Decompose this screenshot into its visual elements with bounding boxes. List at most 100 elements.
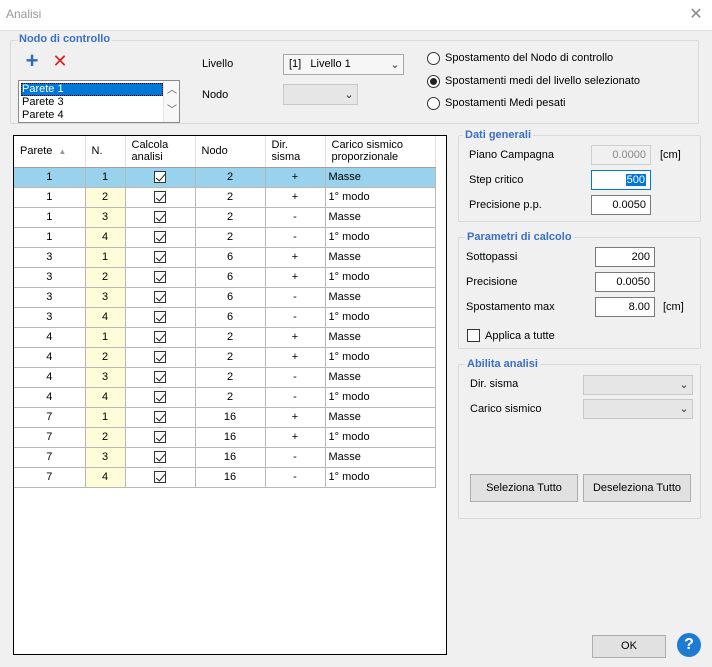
piano-campagna-field[interactable]: 0.0000: [591, 145, 651, 165]
calcola-checkbox[interactable]: [154, 371, 166, 384]
cell-n[interactable]: 1: [85, 167, 126, 188]
cell-calcola[interactable]: [125, 467, 196, 488]
cell-nodo[interactable]: 2: [195, 227, 266, 248]
cell-dir[interactable]: +: [265, 187, 326, 208]
applica-tutte-label[interactable]: Applica a tutte: [485, 330, 555, 342]
cell-carico[interactable]: Masse: [325, 167, 436, 188]
cell-nodo[interactable]: 6: [195, 287, 266, 308]
nodo-select[interactable]: ⌄: [283, 84, 358, 105]
calcola-checkbox[interactable]: [154, 391, 166, 404]
cell-n[interactable]: 2: [85, 427, 126, 448]
calcola-checkbox[interactable]: [154, 451, 166, 464]
cell-dir[interactable]: +: [265, 427, 326, 448]
cell-parete[interactable]: 7: [14, 427, 86, 448]
cell-dir[interactable]: -: [265, 307, 326, 328]
cell-calcola[interactable]: [125, 187, 196, 208]
radio-medi-pesati[interactable]: [427, 97, 440, 110]
cell-dir[interactable]: -: [265, 447, 326, 468]
cell-carico[interactable]: 1° modo: [325, 267, 436, 288]
table-row[interactable]: 3 2 6 +1° modo: [14, 267, 436, 288]
help-icon[interactable]: ?: [677, 633, 701, 657]
cell-carico[interactable]: 1° modo: [325, 187, 436, 208]
cell-carico[interactable]: 1° modo: [325, 387, 436, 408]
applica-tutte-checkbox[interactable]: [467, 329, 480, 342]
cell-carico[interactable]: Masse: [325, 447, 436, 468]
radio-nodo-controllo[interactable]: [427, 52, 440, 65]
cell-parete[interactable]: 1: [14, 227, 86, 248]
cell-calcola[interactable]: [125, 407, 196, 428]
table-row[interactable]: 1 3 2- Masse: [14, 207, 436, 228]
cell-calcola[interactable]: [125, 207, 196, 228]
cell-parete[interactable]: 1: [14, 207, 86, 228]
cell-calcola[interactable]: [125, 367, 196, 388]
cell-parete[interactable]: 4: [14, 367, 86, 388]
cell-n[interactable]: 4: [85, 387, 126, 408]
cell-nodo[interactable]: 2: [195, 187, 266, 208]
precisione-field[interactable]: 0.0050: [595, 272, 655, 292]
column-header-parete[interactable]: Parete ▲: [14, 136, 86, 168]
cell-n[interactable]: 2: [85, 187, 126, 208]
cell-dir[interactable]: -: [265, 227, 326, 248]
calcola-checkbox[interactable]: [154, 231, 166, 244]
cell-nodo[interactable]: 2: [195, 207, 266, 228]
step-critico-field[interactable]: 500: [591, 170, 651, 190]
table-row[interactable]: 4 2 2 +1° modo: [14, 347, 436, 368]
table-row[interactable]: 1 2 2 +1° modo: [14, 187, 436, 208]
cell-calcola[interactable]: [125, 447, 196, 468]
cell-carico[interactable]: Masse: [325, 207, 436, 228]
calcola-checkbox[interactable]: [154, 331, 166, 344]
table-row[interactable]: 1 4 2-1° modo: [14, 227, 436, 248]
cell-nodo[interactable]: 2: [195, 387, 266, 408]
add-icon[interactable]: +: [23, 50, 41, 72]
cell-nodo[interactable]: 2: [195, 327, 266, 348]
column-header-dir-sisma[interactable]: Dir. sisma: [265, 136, 326, 168]
table-row[interactable]: 7 3 16- Masse: [14, 447, 436, 468]
cell-dir[interactable]: -: [265, 387, 326, 408]
wall-list-item[interactable]: Parete 1: [21, 83, 163, 96]
cell-calcola[interactable]: [125, 307, 196, 328]
close-button[interactable]: ✕: [684, 4, 708, 26]
cell-n[interactable]: 2: [85, 267, 126, 288]
table-row[interactable]: 3 3 6- Masse: [14, 287, 436, 308]
scroll-down-icon[interactable]: ﹀: [165, 102, 179, 120]
deseleziona-tutto-button[interactable]: Deseleziona Tutto: [583, 474, 691, 502]
cell-calcola[interactable]: [125, 247, 196, 268]
cell-dir[interactable]: +: [265, 327, 326, 348]
cell-dir[interactable]: +: [265, 167, 326, 188]
cell-parete[interactable]: 4: [14, 347, 86, 368]
column-header-carico[interactable]: Carico sismico proporzionale: [325, 136, 436, 168]
ok-button[interactable]: OK: [592, 635, 666, 658]
cell-dir[interactable]: -: [265, 287, 326, 308]
cell-parete[interactable]: 1: [14, 167, 86, 188]
calcola-checkbox[interactable]: [154, 291, 166, 304]
cell-carico[interactable]: Masse: [325, 247, 436, 268]
cell-calcola[interactable]: [125, 267, 196, 288]
cell-nodo[interactable]: 16: [195, 427, 266, 448]
cell-carico[interactable]: 1° modo: [325, 467, 436, 488]
column-header-n[interactable]: N.: [85, 136, 126, 168]
cell-n[interactable]: 1: [85, 247, 126, 268]
cell-calcola[interactable]: [125, 347, 196, 368]
wall-listbox[interactable]: Parete 1 Parete 3 Parete 4 ︿ ﹀: [18, 80, 180, 123]
cell-carico[interactable]: Masse: [325, 367, 436, 388]
cell-carico[interactable]: 1° modo: [325, 307, 436, 328]
cell-calcola[interactable]: [125, 167, 196, 188]
wall-list-item[interactable]: Parete 3: [21, 96, 163, 109]
table-row[interactable]: 4 3 2- Masse: [14, 367, 436, 388]
cell-dir[interactable]: -: [265, 207, 326, 228]
cell-nodo[interactable]: 16: [195, 407, 266, 428]
seleziona-tutto-button[interactable]: Seleziona Tutto: [470, 474, 578, 502]
cell-carico[interactable]: Masse: [325, 287, 436, 308]
table-row[interactable]: 4 4 2-1° modo: [14, 387, 436, 408]
cell-carico[interactable]: Masse: [325, 327, 436, 348]
calcola-checkbox[interactable]: [154, 171, 166, 184]
cell-carico[interactable]: 1° modo: [325, 427, 436, 448]
table-row[interactable]: 4 1 2 + Masse: [14, 327, 436, 348]
cell-dir[interactable]: +: [265, 407, 326, 428]
cell-dir[interactable]: +: [265, 347, 326, 368]
cell-nodo[interactable]: 2: [195, 167, 266, 188]
scroll-up-icon[interactable]: ︿: [165, 82, 179, 100]
cell-nodo[interactable]: 16: [195, 447, 266, 468]
cell-n[interactable]: 4: [85, 227, 126, 248]
radio-spostamenti-medi-label[interactable]: Spostamenti medi del livello selezionato: [445, 75, 640, 87]
